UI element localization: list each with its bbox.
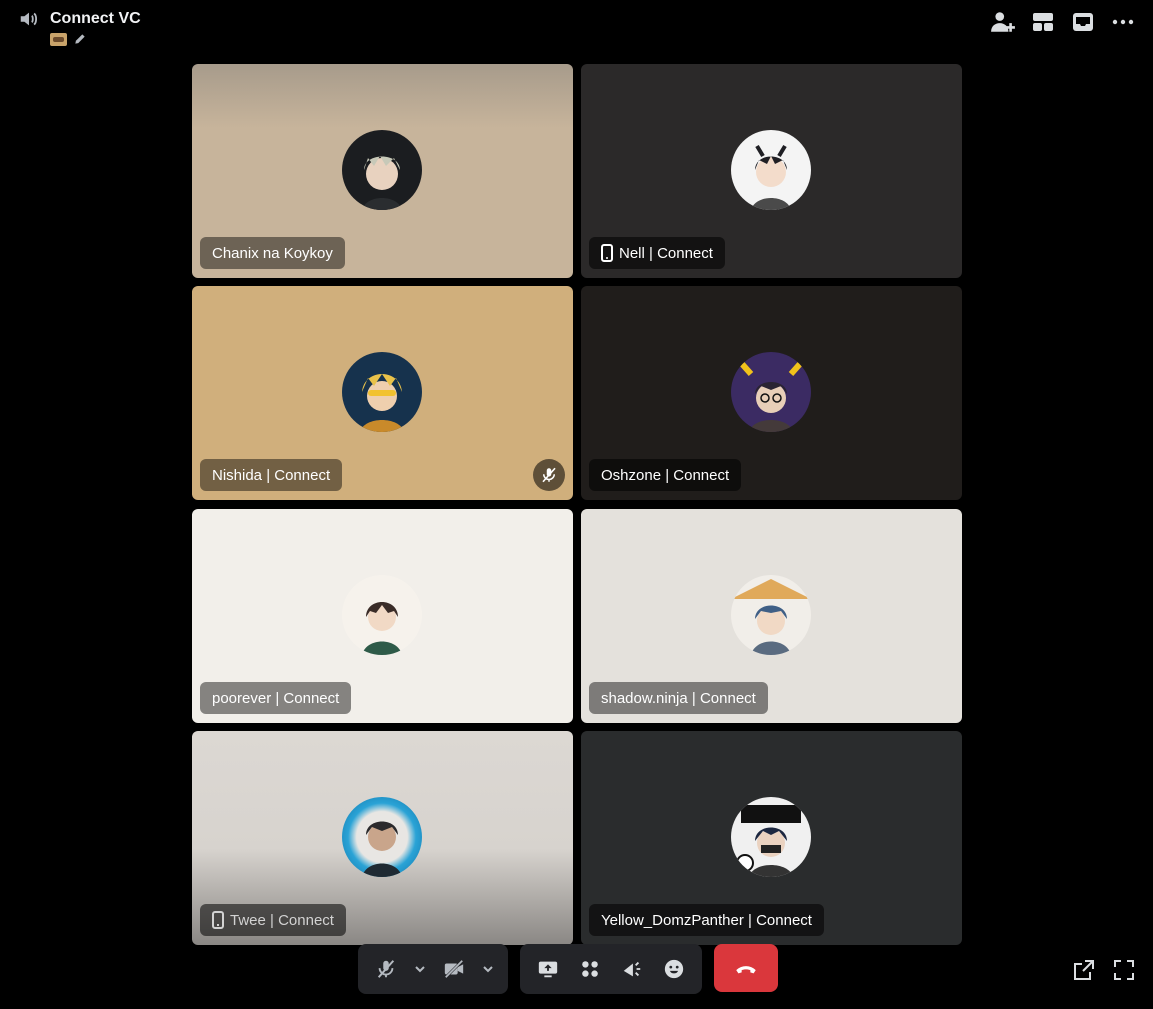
participant-name: Yellow_DomzPanther | Connect xyxy=(589,904,824,936)
pop-out-icon[interactable] xyxy=(1072,958,1096,982)
fullscreen-icon[interactable] xyxy=(1112,958,1136,982)
participant-tile[interactable]: poorever | Connect xyxy=(192,509,573,723)
participant-name: Nell | Connect xyxy=(589,237,725,269)
inbox-button[interactable] xyxy=(1069,8,1097,36)
soundboard-icon xyxy=(623,961,641,977)
more-button[interactable] xyxy=(1109,8,1137,36)
add-user-icon xyxy=(991,12,1015,32)
participant-tile[interactable]: Yellow_DomzPanther | Connect xyxy=(581,731,962,945)
participant-name: Chanix na Koykoy xyxy=(200,237,345,269)
avatar xyxy=(342,575,422,655)
avatar xyxy=(342,797,422,877)
speaker-icon xyxy=(20,12,38,26)
chevron-down-icon xyxy=(415,966,425,973)
soundboard-button[interactable] xyxy=(614,951,650,987)
mic-muted-icon xyxy=(377,960,395,978)
edit-status-icon[interactable] xyxy=(73,32,87,46)
avatar xyxy=(731,352,811,432)
call-controls xyxy=(358,944,778,994)
participant-tile[interactable]: shadow.ninja | Connect xyxy=(581,509,962,723)
participant-name: Nishida | Connect xyxy=(200,459,343,491)
chevron-down-icon xyxy=(483,966,493,973)
avatar xyxy=(731,575,811,655)
voice-channel-header: Connect VC xyxy=(0,0,1153,56)
inbox-icon xyxy=(1073,13,1093,31)
toggle-camera-button[interactable] xyxy=(436,951,472,987)
avatar xyxy=(731,797,811,877)
channel-title: Connect VC xyxy=(50,10,141,27)
participant-name: Oshzone | Connect xyxy=(589,459,742,491)
participant-name: Twee | Connect xyxy=(200,904,346,936)
status-emoji-icon xyxy=(50,32,67,46)
participant-tile[interactable]: Nishida | Connect xyxy=(192,286,573,500)
camera-off-icon xyxy=(444,959,464,979)
mobile-phone-icon xyxy=(212,911,224,929)
muted-indicator xyxy=(533,459,565,491)
participant-tile[interactable]: Chanix na Koykoy xyxy=(192,64,573,278)
participant-tile[interactable]: Twee | Connect xyxy=(192,731,573,945)
layout-button[interactable] xyxy=(1029,8,1057,36)
activities-button[interactable] xyxy=(572,951,608,987)
media-controls xyxy=(358,944,508,994)
disconnect-button[interactable] xyxy=(714,944,778,992)
avatar xyxy=(731,130,811,210)
participant-tile[interactable]: Oshzone | Connect xyxy=(581,286,962,500)
emoji-icon xyxy=(664,959,684,979)
mic-muted-icon xyxy=(542,467,556,483)
toggle-mic-button[interactable] xyxy=(368,951,404,987)
screen-share-icon xyxy=(538,961,558,978)
more-icon xyxy=(1112,19,1134,25)
share-screen-button[interactable] xyxy=(530,951,566,987)
participant-name: poorever | Connect xyxy=(200,682,352,714)
hang-up-icon xyxy=(736,966,756,974)
mobile-phone-icon xyxy=(601,244,613,262)
add-user-button[interactable] xyxy=(989,8,1017,36)
camera-options-button[interactable] xyxy=(478,951,498,987)
layout-icon xyxy=(1033,13,1053,31)
emoji-reaction-button[interactable] xyxy=(656,951,692,987)
avatar xyxy=(342,352,422,432)
participant-tile[interactable]: Nell | Connect xyxy=(581,64,962,278)
avatar xyxy=(342,130,422,210)
channel-status xyxy=(50,32,87,46)
activities-icon xyxy=(582,961,598,977)
mic-options-button[interactable] xyxy=(410,951,430,987)
activity-controls xyxy=(520,944,702,994)
participant-name: shadow.ninja | Connect xyxy=(589,682,768,714)
